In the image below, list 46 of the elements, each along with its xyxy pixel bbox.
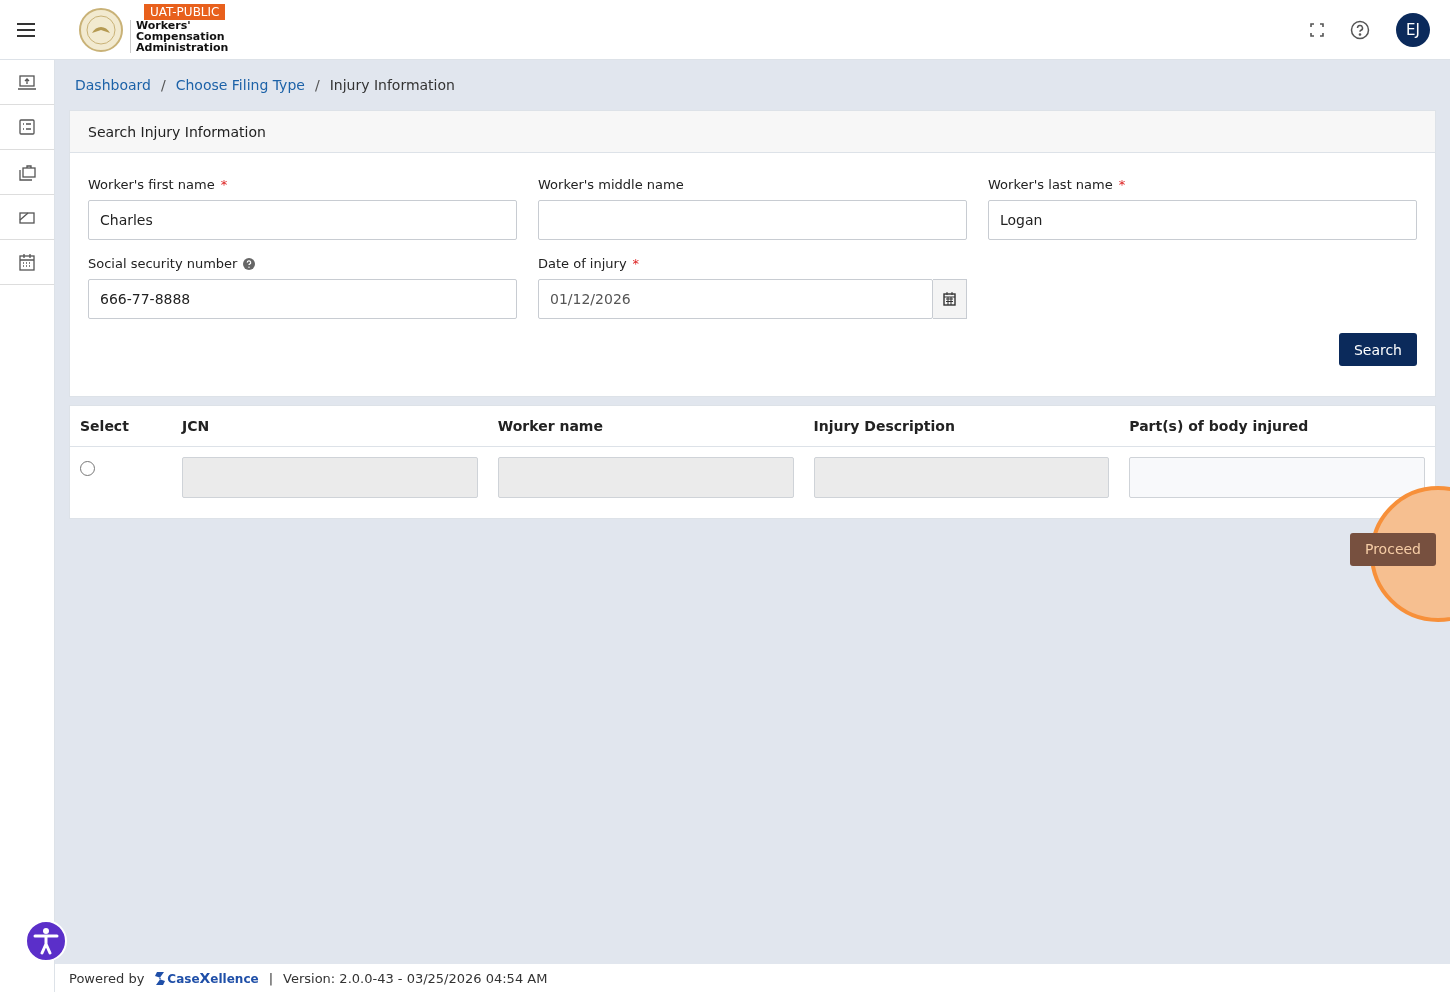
calendar-button[interactable] — [932, 279, 967, 319]
current-page-label: Injury Information — [329, 77, 455, 93]
date-field[interactable]: 01/12/2026 — [538, 279, 933, 319]
casexellence-logo: CaseXellence — [154, 970, 259, 986]
checklist-icon — [17, 117, 37, 137]
laptop-upload-icon — [17, 72, 37, 92]
field-label: Worker's last name — [988, 177, 1113, 192]
state-seal-icon — [78, 6, 124, 53]
breadcrumb-link[interactable]: Dashboard — [75, 77, 151, 93]
search-button[interactable]: Search — [1338, 333, 1417, 366]
column-header: Injury Description — [803, 406, 1120, 446]
help-icon[interactable] — [1350, 19, 1370, 40]
version-text: Version: 2.0.0-43 - 03/25/2026 04:54 AM — [283, 970, 548, 986]
required-marker: * — [220, 177, 228, 192]
fullscreen-icon[interactable] — [1310, 22, 1324, 37]
calendar-icon — [17, 252, 37, 272]
column-header: Part(s) of body injured — [1119, 406, 1435, 446]
breadcrumb-link[interactable]: Choose Filing Type — [175, 77, 305, 93]
column-header: Worker name — [487, 406, 804, 446]
select-radio[interactable] — [80, 460, 95, 476]
column-header: JCN — [172, 406, 488, 446]
required-marker: * — [632, 256, 640, 271]
text-field[interactable]: Charles — [88, 200, 517, 240]
card-title: Search Injury Information — [70, 111, 1435, 153]
user-avatar[interactable]: EJ — [1396, 12, 1430, 47]
environment-badge: UAT-PUBLIC — [144, 4, 226, 20]
field-label: Social security number — [88, 256, 238, 271]
required-marker: * — [1118, 177, 1126, 192]
help-icon[interactable] — [243, 257, 256, 270]
menu-icon[interactable] — [16, 21, 36, 38]
column-header: Select — [70, 406, 172, 446]
table-input-field[interactable] — [1129, 456, 1425, 498]
breadcrumb-separator: / — [160, 77, 166, 93]
powered-by-text: Powered by — [69, 970, 145, 986]
accessibility-person-icon — [33, 927, 59, 955]
field-label: Worker's first name — [88, 177, 215, 192]
text-field[interactable] — [538, 200, 967, 240]
text-field[interactable]: Logan — [988, 200, 1417, 240]
proceed-button[interactable]: Proceed — [1349, 532, 1436, 566]
field-label: Worker's middle name — [538, 177, 684, 192]
breadcrumb-separator: / — [314, 77, 320, 93]
field-label: Date of injury — [538, 256, 627, 271]
footer-separator: | — [268, 970, 274, 986]
calendar-icon — [942, 292, 956, 306]
text-field[interactable]: 666-77-8888 — [88, 279, 517, 319]
briefcase-icon — [17, 162, 37, 182]
